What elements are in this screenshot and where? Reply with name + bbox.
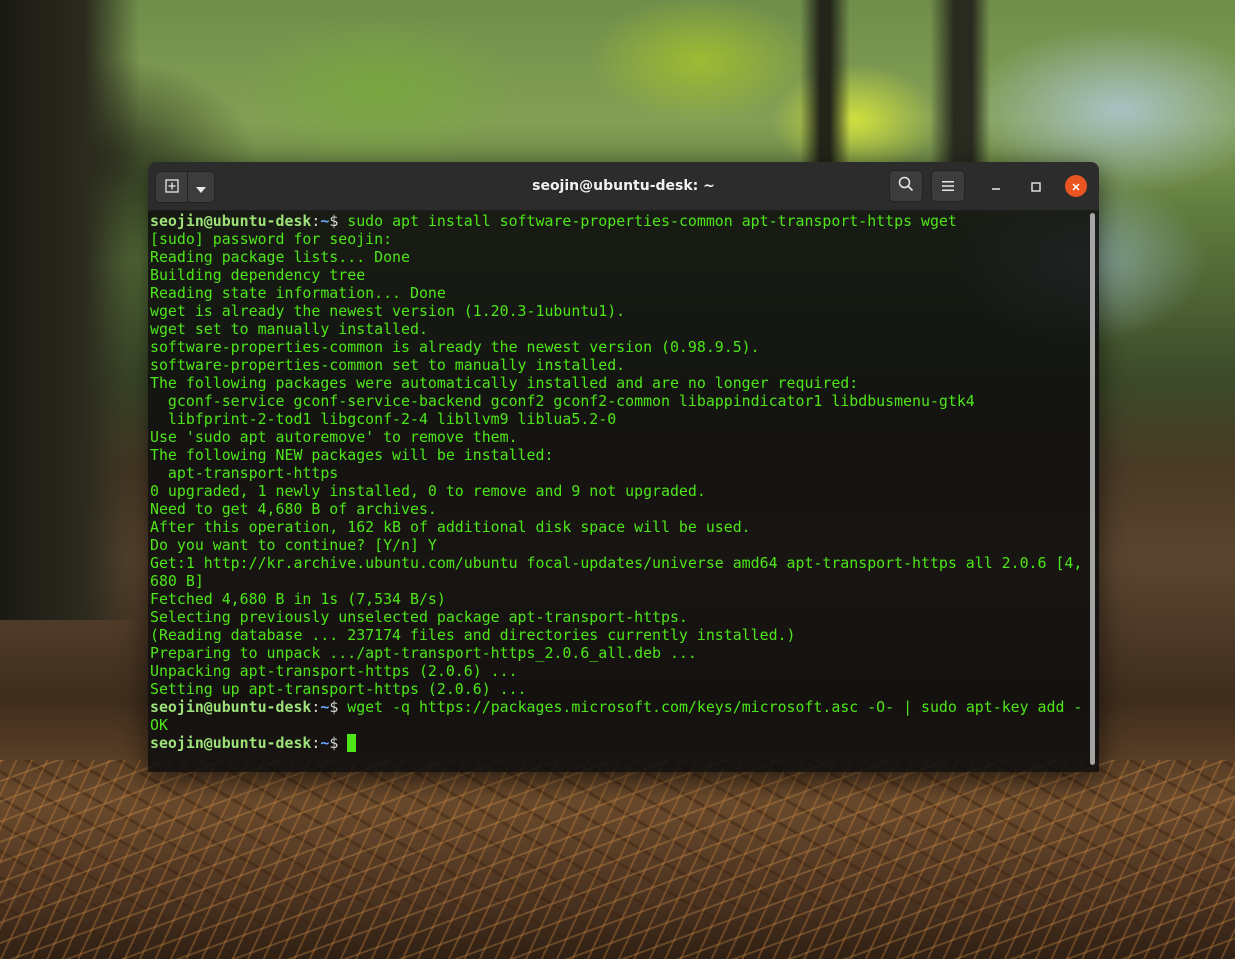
prompt-user-host: seojin@ubuntu-desk [150, 212, 312, 230]
wallpaper-tree-trunk [800, 0, 850, 180]
output-text: Reading state information... Done [150, 284, 446, 302]
prompt-symbol: $ [329, 212, 339, 230]
output-text: 680 B] [150, 572, 204, 590]
output-line: Unpacking apt-transport-https (2.0.6) ..… [150, 662, 1087, 680]
title-bar[interactable]: seojin@ubuntu-desk: ~ [148, 162, 1099, 211]
prompt-separator: : [311, 212, 321, 230]
output-text: Fetched 4,680 B in 1s (7,534 B/s) [150, 590, 446, 608]
output-text: Setting up apt-transport-https (2.0.6) .… [150, 680, 527, 698]
output-line: Get:1 http://kr.archive.ubuntu.com/ubunt… [150, 554, 1087, 572]
output-text: Selecting previously unselected package … [150, 608, 688, 626]
output-text: Preparing to unpack .../apt-transport-ht… [150, 644, 697, 662]
command-text: sudo apt install software-properties-com… [347, 212, 957, 230]
output-line: Reading state information... Done [150, 284, 1087, 302]
command-text: wget -q https://packages.microsoft.com/k… [347, 698, 1083, 716]
prompt-symbol: $ [329, 734, 339, 752]
wallpaper-tree-trunk [0, 0, 140, 620]
output-text: gconf-service gconf-service-backend gcon… [150, 392, 975, 410]
new-tab-button-group [155, 171, 215, 203]
output-line: gconf-service gconf-service-backend gcon… [150, 392, 1087, 410]
output-text: [sudo] password for seojin: [150, 230, 393, 248]
minimize-button[interactable] [985, 175, 1007, 197]
output-line: 680 B] [150, 572, 1087, 590]
output-text: After this operation, 162 kB of addition… [150, 518, 751, 536]
output-line: 0 upgraded, 1 newly installed, 0 to remo… [150, 482, 1087, 500]
output-text: Get:1 http://kr.archive.ubuntu.com/ubunt… [150, 554, 1083, 572]
output-text: Unpacking apt-transport-https (2.0.6) ..… [150, 662, 518, 680]
output-line: [sudo] password for seojin: [150, 230, 1087, 248]
maximize-icon [1031, 177, 1041, 196]
prompt-path: ~ [320, 734, 330, 752]
output-line: The following NEW packages will be insta… [150, 446, 1087, 464]
output-text: Reading package lists... Done [150, 248, 410, 266]
prompt-path: ~ [320, 698, 330, 716]
output-text: Building dependency tree [150, 266, 366, 284]
terminal-scrollbar[interactable] [1090, 213, 1095, 765]
wallpaper-tree-trunk [930, 0, 990, 180]
output-text: 0 upgraded, 1 newly installed, 0 to remo… [150, 482, 706, 500]
output-line: After this operation, 162 kB of addition… [150, 518, 1087, 536]
output-text: wget is already the newest version (1.20… [150, 302, 626, 320]
output-line: Fetched 4,680 B in 1s (7,534 B/s) [150, 590, 1087, 608]
output-text: apt-transport-https [150, 464, 339, 482]
prompt-path: ~ [320, 212, 330, 230]
wallpaper-pine-needles [0, 760, 1235, 959]
output-text: Use 'sudo apt autoremove' to remove them… [150, 428, 518, 446]
output-text: wget set to manually installed. [150, 320, 428, 338]
output-line: software-properties-common set to manual… [150, 356, 1087, 374]
output-line: Use 'sudo apt autoremove' to remove them… [150, 428, 1087, 446]
prompt-user-host: seojin@ubuntu-desk [150, 734, 312, 752]
new-tab-dropdown-button[interactable] [188, 172, 214, 202]
new-tab-icon [165, 178, 179, 197]
output-line: wget is already the newest version (1.20… [150, 302, 1087, 320]
output-line: apt-transport-https [150, 464, 1087, 482]
prompt-separator: : [311, 734, 321, 752]
output-text: Need to get 4,680 B of archives. [150, 500, 437, 518]
output-line: Setting up apt-transport-https (2.0.6) .… [150, 680, 1087, 698]
output-line: Preparing to unpack .../apt-transport-ht… [150, 644, 1087, 662]
text-cursor [347, 734, 357, 752]
output-text: Do you want to continue? [Y/n] Y [150, 536, 437, 554]
output-line: wget set to manually installed. [150, 320, 1087, 338]
output-text: libfprint-2-tod1 libgconf-2-4 libllvm9 l… [150, 410, 617, 428]
menu-button[interactable] [931, 170, 965, 202]
prompt-user-host: seojin@ubuntu-desk [150, 698, 312, 716]
terminal-window: seojin@ubuntu-desk: ~ seojin@ubuntu-desk… [148, 162, 1099, 772]
output-line: Do you want to continue? [Y/n] Y [150, 536, 1087, 554]
output-line: software-properties-common is already th… [150, 338, 1087, 356]
output-text: (Reading database ... 237174 files and d… [150, 626, 796, 644]
maximize-button[interactable] [1025, 175, 1047, 197]
chevron-down-icon [196, 178, 207, 197]
output-line: Selecting previously unselected package … [150, 608, 1087, 626]
prompt-symbol: $ [329, 698, 339, 716]
prompt-separator: : [311, 698, 321, 716]
output-text: OK [150, 716, 168, 734]
minimize-icon [991, 177, 1001, 196]
search-icon [898, 176, 914, 196]
output-line: The following packages were automaticall… [150, 374, 1087, 392]
prompt-line: seojin@ubuntu-desk:~$ wget -q https://pa… [150, 698, 1087, 716]
output-line: (Reading database ... 237174 files and d… [150, 626, 1087, 644]
terminal-output-area[interactable]: seojin@ubuntu-desk:~$ sudo apt install s… [148, 211, 1099, 772]
hamburger-menu-icon [941, 177, 955, 196]
search-button[interactable] [889, 170, 923, 202]
output-text: The following packages were automaticall… [150, 374, 859, 392]
close-icon [1071, 177, 1081, 196]
output-line: OK [150, 716, 1087, 734]
output-line: libfprint-2-tod1 libgconf-2-4 libllvm9 l… [150, 410, 1087, 428]
prompt-line: seojin@ubuntu-desk:~$ sudo apt install s… [150, 212, 1087, 230]
output-text: software-properties-common is already th… [150, 338, 760, 356]
prompt-line: seojin@ubuntu-desk:~$ [150, 734, 1087, 752]
output-text: software-properties-common set to manual… [150, 356, 626, 374]
output-line: Reading package lists... Done [150, 248, 1087, 266]
output-text: The following NEW packages will be insta… [150, 446, 554, 464]
new-tab-button[interactable] [156, 172, 189, 202]
terminal-lines: seojin@ubuntu-desk:~$ sudo apt install s… [150, 212, 1087, 752]
output-line: Need to get 4,680 B of archives. [150, 500, 1087, 518]
close-button[interactable] [1065, 175, 1087, 197]
output-line: Building dependency tree [150, 266, 1087, 284]
